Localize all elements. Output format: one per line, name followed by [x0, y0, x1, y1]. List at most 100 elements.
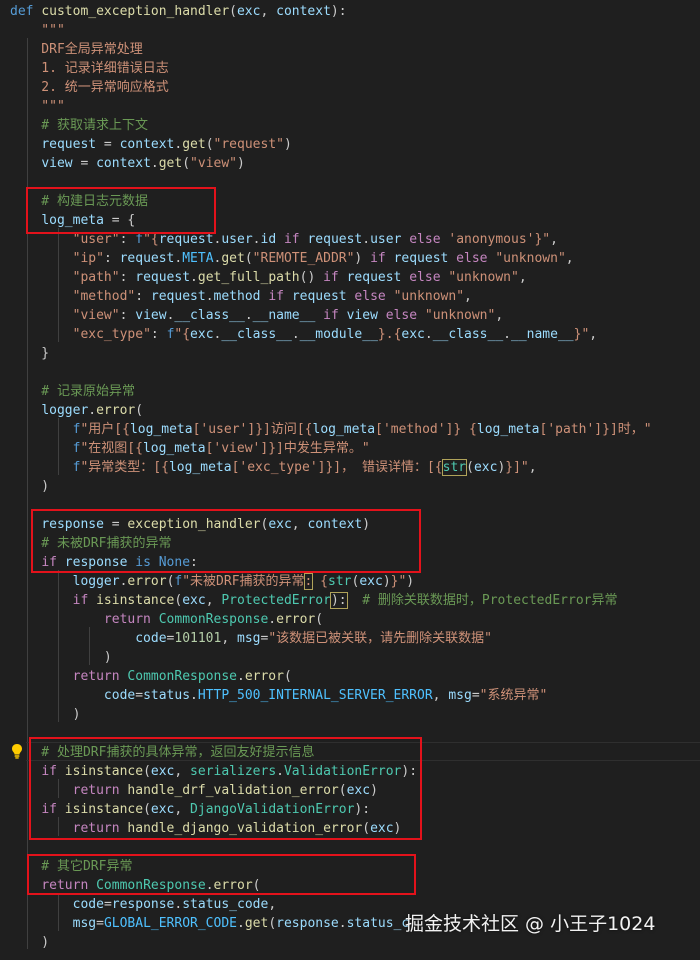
code-token: META: [182, 251, 214, 266]
code-token: exc: [473, 460, 498, 475]
code-token: view: [346, 308, 378, 323]
code-token: ): [283, 137, 292, 152]
code-token: (: [135, 403, 144, 418]
code-token: get: [244, 916, 269, 931]
code-token: }]时，": [602, 422, 652, 437]
code-token: """: [10, 23, 65, 38]
code-token: __class__: [432, 327, 504, 342]
code-line: code=101101, msg="该数据已被关联，请先删除关联数据": [10, 629, 492, 648]
code-token: error: [96, 403, 136, 418]
code-line: code=response.status_code,: [10, 895, 277, 914]
code-token: str: [441, 459, 468, 476]
code-token: =: [471, 688, 480, 703]
code-token: ,: [205, 593, 222, 608]
code-token: .: [362, 232, 371, 247]
code-token: log_meta: [312, 422, 376, 437]
code-token: ，: [341, 460, 355, 475]
code-token: =: [103, 897, 112, 912]
code-token: .: [268, 612, 277, 627]
code-token: isinstance: [96, 593, 175, 608]
code-token: "unknown": [448, 270, 519, 285]
code-token: context: [276, 4, 331, 19]
code-line: # 获取请求上下文: [10, 116, 148, 135]
code-token: log_meta: [142, 441, 206, 456]
code-token: 101101: [174, 631, 222, 646]
code-line: logger.error(f"未被DRF捕获的异常: {str(exc)}"): [10, 572, 414, 591]
code-token: ): [406, 574, 415, 589]
code-token: request: [41, 137, 97, 152]
code-token: view: [135, 308, 167, 323]
code-token: log_meta: [129, 422, 193, 437]
code-token: .: [190, 688, 198, 703]
code-token: 2. 统一异常响应格式: [10, 80, 169, 95]
code-editor[interactable]: def custom_exception_handler(exc, contex…: [0, 0, 700, 960]
highlight-box-other-drf: [27, 854, 416, 895]
code-token: context: [96, 156, 151, 171]
code-token: .: [150, 156, 159, 171]
code-token: if: [323, 270, 347, 285]
code-token: (): [299, 270, 324, 285]
code-token: }]: [325, 460, 342, 475]
code-token: (: [466, 460, 474, 475]
code-token: 1. 记录详细错误日志: [10, 61, 169, 76]
code-token: .: [291, 327, 300, 342]
code-line: f"用户[{log_meta['user']}]访问[{log_meta['me…: [10, 420, 652, 439]
code-token: code: [72, 897, 104, 912]
code-token: =: [135, 688, 144, 703]
code-token: exc: [190, 327, 214, 342]
code-token: ): [10, 935, 50, 950]
code-token: code: [103, 688, 136, 703]
code-token: "unknown": [495, 251, 566, 266]
code-token: "view": [72, 308, 120, 323]
code-token: }]中发生异常。": [268, 441, 370, 456]
code-token: "unknown": [393, 289, 465, 304]
code-token: ,: [565, 251, 574, 266]
code-token: ): [10, 650, 112, 665]
code-line: return CommonResponse.error(: [10, 610, 323, 629]
code-line: """: [10, 97, 65, 116]
code-token: "系统异常": [479, 688, 548, 703]
code-token: context: [119, 137, 175, 152]
code-token: ['exc_type']: [231, 460, 326, 475]
code-token: error: [244, 669, 284, 684]
code-token: __name__: [511, 327, 574, 342]
code-token: (: [268, 916, 277, 931]
code-token: .: [190, 270, 198, 285]
code-token: get: [221, 251, 245, 266]
code-token: :: [150, 327, 167, 342]
code-token: # 记录原始异常: [10, 384, 135, 399]
code-line: 1. 记录详细错误日志: [10, 59, 169, 78]
code-token: user: [221, 232, 253, 247]
code-token: .: [237, 916, 245, 931]
code-token: # 删除关联数据时，ProtectedError异常: [346, 593, 618, 608]
code-line: "view": view.__class__.__name__ if view …: [10, 306, 504, 325]
code-line: f"异常类型：[{log_meta['exc_type']}]， 错误详情：[{…: [10, 458, 537, 477]
code-line: def custom_exception_handler(exc, contex…: [10, 2, 347, 21]
code-token: .: [503, 327, 511, 342]
code-token: else: [401, 232, 449, 247]
code-line: msg=GLOBAL_ERROR_CODE.get(response.statu…: [10, 914, 410, 933]
code-token: error: [127, 574, 167, 589]
code-token: .: [88, 403, 97, 418]
code-token: (: [229, 4, 237, 19]
code-token: get_full_path: [197, 270, 300, 285]
code-token: :: [119, 232, 136, 247]
lightbulb-icon[interactable]: [8, 742, 26, 760]
highlight-box-drf-unhandled: [31, 509, 421, 573]
code-line: ): [10, 477, 49, 496]
code-token: status_code: [182, 897, 269, 912]
code-token: ,: [464, 289, 472, 304]
code-token: :: [119, 270, 136, 285]
code-token: exc: [182, 593, 206, 608]
code-token: ,: [260, 4, 277, 19]
